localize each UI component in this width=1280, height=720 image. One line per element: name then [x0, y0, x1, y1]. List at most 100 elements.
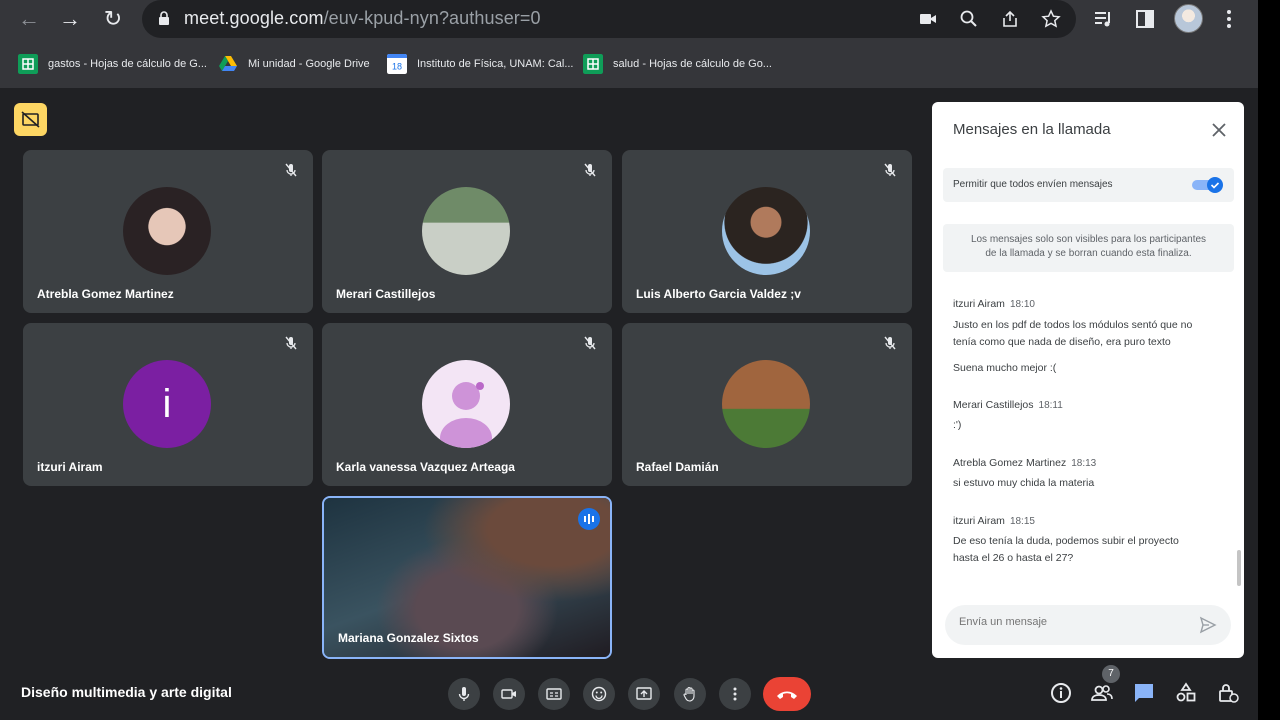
send-icon[interactable] [1199, 616, 1217, 634]
avatar [123, 187, 211, 275]
captions-button[interactable] [538, 678, 570, 710]
mic-off-icon [884, 336, 896, 350]
closed-captions-icon [546, 688, 562, 700]
message-time: 18:13 [1071, 458, 1097, 469]
captions-off-button[interactable] [14, 103, 47, 136]
back-icon[interactable]: ← [16, 7, 42, 31]
participant-tile[interactable]: Karla vanessa Vazquez Arteaga [322, 323, 612, 486]
avatar [422, 187, 510, 275]
participant-name: Rafael Damián [636, 460, 719, 474]
leave-call-button[interactable] [763, 677, 811, 711]
avatar [422, 360, 510, 448]
menu-dots-icon[interactable] [1218, 8, 1240, 30]
raise-hand-button[interactable] [674, 678, 706, 710]
participant-tile[interactable]: Atrebla Gomez Martinez [23, 150, 313, 313]
message-text: tenía como que nada de diseño, era puro … [953, 336, 1171, 348]
participant-tile[interactable]: Luis Alberto Garcia Valdez ;v [622, 150, 912, 313]
bookmark-item[interactable]: gastos - Hojas de cálculo de G... [18, 52, 207, 76]
message-input[interactable] [959, 616, 1189, 628]
bookmarks-bar: gastos - Hojas de cálculo de G... Mi uni… [0, 48, 1258, 80]
message-sender: itzuri Airam [953, 515, 1005, 527]
message-text: Justo en los pdf de todos los módulos se… [953, 319, 1193, 331]
bookmark-item[interactable]: Mi unidad - Google Drive [218, 52, 370, 76]
forward-icon[interactable]: → [57, 7, 83, 31]
participant-name: Luis Alberto Garcia Valdez ;v [636, 287, 801, 301]
message-group: itzuri Airam 18:10 Justo en los pdf de to… [953, 298, 1223, 377]
reload-icon[interactable]: ↻ [100, 7, 126, 31]
chat-scrollbar[interactable] [1237, 550, 1241, 586]
meet-stage: Atrebla Gomez Martinez Merari Castillejo… [0, 88, 1258, 720]
share-icon[interactable] [1000, 9, 1020, 29]
participant-name: itzuri Airam [37, 460, 103, 474]
mic-off-icon [884, 163, 896, 177]
address-bar[interactable]: meet.google.com/euv-kpud-nyn?authuser=0 [142, 0, 1076, 38]
chat-panel: Mensajes en la llamada Permitir que todo… [932, 102, 1244, 658]
privacy-notice: Los mensajes solo son visibles para los … [943, 224, 1234, 272]
participant-name: Merari Castillejos [336, 287, 436, 301]
present-screen-icon [636, 687, 652, 700]
mic-button[interactable] [448, 678, 480, 710]
chat-icon[interactable] [1132, 681, 1156, 705]
meeting-title: Diseño multimedia y arte digital [21, 684, 232, 700]
mic-off-icon [285, 163, 297, 177]
message-group: Merari Castillejos 18:11 :') [953, 399, 1223, 434]
more-vert-icon [733, 687, 737, 701]
message-time: 18:15 [1009, 516, 1035, 527]
people-icon[interactable] [1090, 681, 1114, 705]
participant-tile-speaking[interactable]: Mariana Gonzalez Sixtos [322, 496, 612, 659]
hang-up-icon [777, 691, 797, 699]
bookmark-star-icon[interactable] [1041, 9, 1061, 29]
emoji-icon [591, 686, 607, 702]
mic-off-icon [584, 336, 596, 350]
participant-name: Atrebla Gomez Martinez [37, 287, 174, 301]
message-time: 18:10 [1009, 299, 1035, 310]
mic-icon [458, 687, 470, 701]
message-text: De eso tenía la duda, podemos subir el p… [953, 535, 1179, 547]
drive-icon [219, 56, 237, 71]
message-time: 18:11 [1038, 400, 1063, 411]
message-text: hasta el 26 o hasta el 27? [953, 552, 1074, 564]
message-sender: itzuri Airam [953, 298, 1005, 310]
camera-icon [501, 689, 516, 699]
more-options-button[interactable] [719, 678, 751, 710]
message-text: Suena mucho mejor :( [953, 362, 1057, 374]
activities-icon[interactable] [1174, 681, 1198, 705]
avatar-initial: i [123, 360, 211, 448]
close-icon[interactable] [1211, 122, 1227, 138]
camera-button[interactable] [493, 678, 525, 710]
reactions-button[interactable] [583, 678, 615, 710]
zoom-icon[interactable] [959, 9, 979, 29]
mic-off-icon [285, 336, 297, 350]
default-avatar-icon [440, 382, 492, 448]
mic-off-icon [584, 163, 596, 177]
participant-tile[interactable]: Merari Castillejos [322, 150, 612, 313]
participant-tile[interactable]: Rafael Damián [622, 323, 912, 486]
allow-messages-label: Permitir que todos envíen mensajes [953, 179, 1113, 190]
participant-name: Karla vanessa Vazquez Arteaga [336, 460, 515, 474]
host-controls-icon[interactable] [1216, 681, 1240, 705]
bookmark-item[interactable]: 18 Instituto de Física, UNAM: Cal... [387, 52, 574, 76]
present-button[interactable] [628, 678, 660, 710]
allow-messages-toggle[interactable] [1192, 177, 1224, 193]
chat-panel-title: Mensajes en la llamada [953, 121, 1111, 138]
profile-avatar[interactable] [1174, 4, 1203, 33]
message-group: Atrebla Gomez Martinez 18:13 si estuvo mu… [953, 457, 1223, 492]
captions-off-icon [21, 111, 40, 128]
browser-toolbar: ← → ↻ meet.google.com/euv-kpud-nyn?authu… [0, 0, 1258, 38]
camera-blocked-icon[interactable] [918, 9, 938, 29]
message-sender: Merari Castillejos [953, 399, 1034, 411]
side-panel-icon[interactable] [1134, 8, 1156, 30]
avatar [722, 187, 810, 275]
speaking-indicator-icon [578, 508, 600, 530]
message-sender: Atrebla Gomez Martinez [953, 457, 1067, 469]
url-text: meet.google.com/euv-kpud-nyn?authuser=0 [184, 8, 541, 28]
media-control-icon[interactable] [1092, 8, 1114, 30]
hand-icon [683, 686, 695, 702]
message-text: si estuvo muy chida la materia [953, 477, 1095, 489]
participant-tile[interactable]: i itzuri Airam [23, 323, 313, 486]
allow-messages-row: Permitir que todos envíen mensajes [943, 168, 1234, 202]
svg-text:18: 18 [392, 62, 402, 72]
bookmark-item[interactable]: salud - Hojas de cálculo de Go... [583, 52, 772, 76]
message-compose [945, 605, 1231, 645]
meeting-info-icon[interactable] [1049, 681, 1073, 705]
